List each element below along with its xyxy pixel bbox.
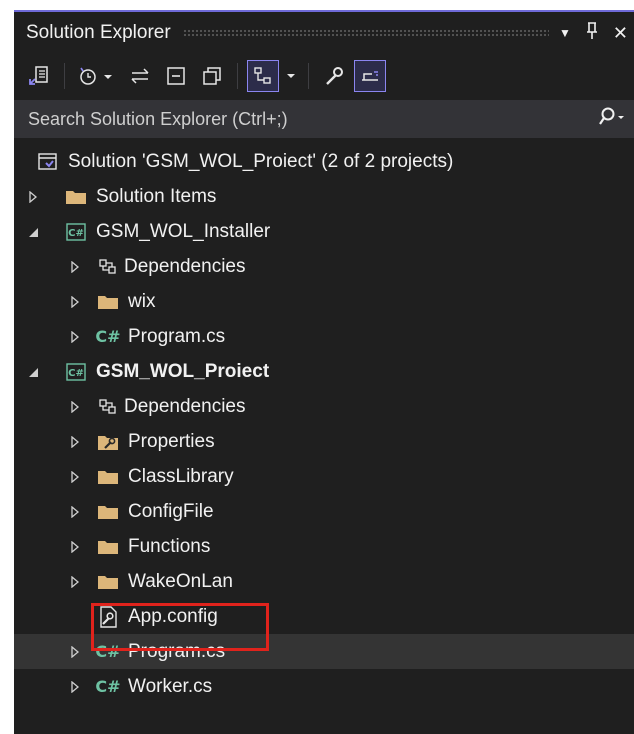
expand-arrow-icon[interactable]: [66, 293, 84, 311]
solution-icon: [36, 151, 60, 173]
pending-changes-filter-icon[interactable]: [75, 61, 119, 91]
properties-icon[interactable]: [319, 61, 349, 91]
tree-item-functions[interactable]: Functions: [14, 529, 634, 564]
tree-item-label: Properties: [128, 430, 215, 452]
close-icon[interactable]: ✕: [613, 23, 628, 44]
csharp-file-icon: C#: [95, 327, 121, 346]
folder-icon: [96, 536, 120, 558]
tree-item-project-main[interactable]: C# GSM_WOL_Proiect: [14, 354, 634, 389]
toolbar-separator: [64, 63, 65, 89]
tree-item-project-installer[interactable]: C# GSM_WOL_Installer: [14, 214, 634, 249]
tree-item-label: Worker.cs: [128, 675, 213, 697]
tree-item-solution-items[interactable]: Solution Items: [14, 179, 634, 214]
pin-icon[interactable]: [585, 21, 599, 45]
dependencies-icon: [96, 256, 120, 278]
tree-item-label: Dependencies: [124, 395, 246, 417]
tree-item-label: App.config: [128, 605, 218, 627]
tree-item-properties[interactable]: Properties: [14, 424, 634, 459]
folder-icon: [96, 466, 120, 488]
collapse-arrow-icon[interactable]: [24, 363, 42, 381]
tree-item-class-library[interactable]: ClassLibrary: [14, 459, 634, 494]
explorer-toolbar: [14, 54, 634, 98]
folder-icon: [96, 571, 120, 593]
tree-item-config-file[interactable]: ConfigFile: [14, 494, 634, 529]
tree-item-label: wix: [128, 290, 156, 312]
config-file-icon: [96, 605, 120, 628]
tree-item-program[interactable]: C# Program.cs: [14, 634, 634, 669]
expand-arrow-icon[interactable]: [66, 678, 84, 696]
tree-item-label: Solution Items: [96, 185, 217, 207]
show-all-files-icon[interactable]: [197, 61, 227, 91]
tree-item-label: GSM_WOL_Installer: [96, 220, 271, 242]
csharp-file-icon: C#: [95, 677, 121, 696]
expand-arrow-icon[interactable]: [66, 328, 84, 346]
csharp-file-icon: C#: [95, 642, 121, 661]
sync-with-active-document-icon[interactable]: [24, 61, 54, 91]
tree-item-label: Solution 'GSM_WOL_Proiect' (2 of 2 proje…: [68, 150, 454, 172]
tree-item-label: Dependencies: [124, 255, 246, 277]
search-box[interactable]: Search Solution Explorer (Ctrl+;): [14, 100, 634, 138]
tree-item-installer-wix[interactable]: wix: [14, 284, 634, 319]
csharp-project-icon: C#: [64, 361, 88, 383]
tree-item-solution[interactable]: Solution 'GSM_WOL_Proiect' (2 of 2 proje…: [14, 144, 634, 179]
tree-item-wake-on-lan[interactable]: WakeOnLan: [14, 564, 634, 599]
folder-icon: [96, 501, 120, 523]
solution-tree: Solution 'GSM_WOL_Proiect' (2 of 2 proje…: [14, 138, 634, 704]
dependencies-icon: [96, 396, 120, 418]
expand-arrow-icon[interactable]: [66, 503, 84, 521]
preview-selected-items-icon[interactable]: [354, 60, 386, 92]
tree-item-installer-dependencies[interactable]: Dependencies: [14, 249, 634, 284]
expand-arrow-icon[interactable]: [66, 643, 84, 661]
toolbar-separator: [308, 63, 309, 89]
properties-folder-icon: [96, 431, 120, 453]
expand-arrow-icon[interactable]: [66, 258, 84, 276]
expand-arrow-icon[interactable]: [24, 188, 42, 206]
tree-item-project-dependencies[interactable]: Dependencies: [14, 389, 634, 424]
tree-item-label: Functions: [128, 535, 211, 557]
tree-item-app-config[interactable]: App.config: [14, 599, 634, 634]
search-input[interactable]: Search Solution Explorer (Ctrl+;): [28, 109, 598, 130]
tree-item-label: Program.cs: [128, 640, 226, 662]
solution-explorer-panel: Solution Explorer ▼ ✕ Search Solution Ex…: [14, 10, 634, 734]
collapse-arrow-icon[interactable]: [24, 223, 42, 241]
switch-views-icon[interactable]: [247, 60, 279, 92]
tree-item-label: GSM_WOL_Proiect: [96, 360, 270, 382]
panel-titlebar: Solution Explorer ▼ ✕: [14, 12, 634, 54]
expand-arrow-icon[interactable]: [66, 398, 84, 416]
expand-arrow-icon[interactable]: [66, 433, 84, 451]
csharp-project-icon: C#: [64, 221, 88, 243]
expand-arrow-icon[interactable]: [66, 573, 84, 591]
folder-icon: [96, 291, 120, 313]
switch-views-dropdown-icon[interactable]: [284, 61, 298, 91]
tree-item-label: WakeOnLan: [128, 570, 233, 592]
svg-text:C#: C#: [68, 368, 84, 379]
tree-item-label: ClassLibrary: [128, 465, 234, 487]
tree-item-installer-program[interactable]: C# Program.cs: [14, 319, 634, 354]
tree-item-label: Program.cs: [128, 325, 226, 347]
svg-text:C#: C#: [68, 228, 84, 239]
tree-item-worker[interactable]: C# Worker.cs: [14, 669, 634, 704]
search-icon[interactable]: [598, 107, 624, 132]
toolbar-separator: [237, 63, 238, 89]
collapse-all-icon[interactable]: [161, 61, 191, 91]
panel-title: Solution Explorer: [26, 22, 171, 43]
expand-arrow-icon[interactable]: [66, 538, 84, 556]
titlebar-grip[interactable]: [182, 29, 550, 37]
window-position-dropdown-icon[interactable]: ▼: [559, 26, 571, 40]
tree-item-label: ConfigFile: [128, 500, 214, 522]
folder-icon: [64, 186, 88, 208]
back-forward-icon[interactable]: [125, 61, 155, 91]
expand-arrow-icon[interactable]: [66, 468, 84, 486]
